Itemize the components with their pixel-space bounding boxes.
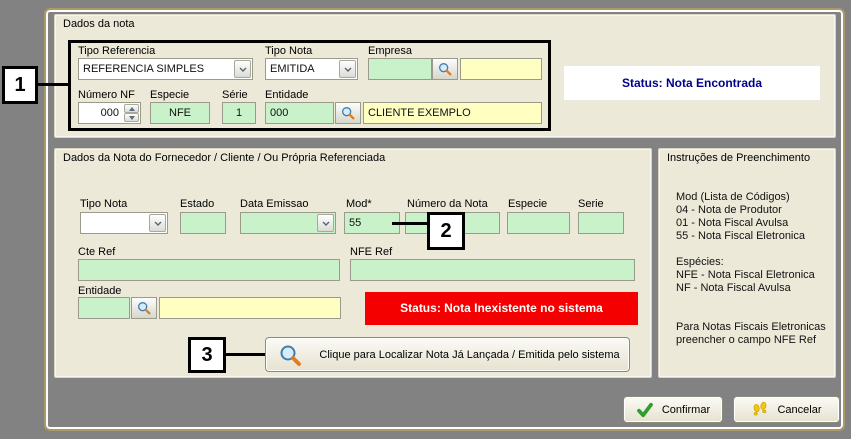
group-dados-da-nota: Dados da nota Tipo Referencia REFERENCIA…: [54, 14, 836, 138]
numero-nf-label: Número NF: [78, 89, 135, 101]
callout-3-box: 3: [188, 337, 226, 373]
instrucoes-line: 01 - Nota Fiscal Avulsa: [676, 217, 831, 230]
ref-serie-input[interactable]: [578, 212, 624, 234]
confirmar-button-label: Confirmar: [662, 404, 710, 416]
ref-especie-label: Especie: [508, 198, 547, 210]
empresa-search-button[interactable]: [432, 58, 458, 80]
ref-entidade-search-button[interactable]: [131, 297, 157, 319]
tipo-nota-label: Tipo Nota: [265, 45, 312, 57]
empresa-name-input[interactable]: [460, 58, 542, 80]
cancelar-button[interactable]: Cancelar: [733, 396, 840, 423]
status-nota-inexistente: Status: Nota Inexistente no sistema: [365, 292, 638, 325]
nfe-ref-input[interactable]: [350, 259, 635, 281]
status-nota-encontrada: Status: Nota Encontrada: [564, 66, 820, 100]
instrucoes-line: 55 - Nota Fiscal Eletronica: [676, 230, 831, 243]
search-icon: [340, 105, 356, 121]
serie-input[interactable]: 1: [222, 102, 256, 124]
instrucoes-line: [676, 308, 831, 321]
confirmar-button[interactable]: Confirmar: [623, 396, 723, 423]
callout-2-line: [392, 222, 427, 225]
search-icon: [278, 343, 302, 367]
instrucoes-line: Para Notas Fiscais Eletronicas: [676, 321, 831, 334]
chevron-down-icon[interactable]: [317, 214, 334, 232]
chevron-down-icon[interactable]: [149, 214, 166, 232]
group-instrucoes-title: Instruções de Preenchimento: [667, 152, 810, 164]
entidade-name-input[interactable]: CLIENTE EXEMPLO: [363, 102, 542, 124]
serie-label: Série: [222, 89, 248, 101]
ref-entidade-label: Entidade: [78, 285, 121, 297]
tipo-nota-select[interactable]: EMITIDA: [265, 58, 358, 80]
group-instrucoes: Instruções de Preenchimento Mod (Lista d…: [658, 148, 836, 378]
instrucoes-line: Espécies:: [676, 256, 831, 269]
ref-data-emissao-select[interactable]: [240, 212, 336, 234]
instrucoes-line: NFE - Nota Fiscal Eletronica: [676, 269, 831, 282]
ref-mod-label: Mod*: [346, 198, 372, 210]
callout-1-box: 1: [2, 66, 38, 104]
instrucoes-line: NF - Nota Fiscal Avulsa: [676, 282, 831, 295]
spin-up-icon[interactable]: [124, 104, 139, 113]
search-icon: [437, 61, 453, 77]
localizar-nota-button-label: Clique para Localizar Nota Já Lançada / …: [310, 349, 629, 361]
search-icon: [136, 300, 152, 316]
ref-entidade-code-input[interactable]: [78, 297, 130, 319]
screen: { "callouts": { "one": "1", "two": "2", …: [0, 0, 851, 439]
ref-tipo-nota-select[interactable]: [80, 212, 168, 234]
spin-down-icon[interactable]: [124, 113, 139, 122]
instrucoes-text: Mod (Lista de Códigos) 04 - Nota de Prod…: [676, 191, 831, 347]
instrucoes-line: [676, 295, 831, 308]
ref-numero-da-nota-label: Número da Nota: [407, 198, 488, 210]
empresa-label: Empresa: [368, 45, 412, 57]
numero-nf-stepper[interactable]: 000: [78, 102, 141, 124]
chevron-down-icon[interactable]: [234, 60, 251, 78]
footprints-icon: [751, 401, 769, 419]
ref-data-emissao-label: Data Emissao: [240, 198, 308, 210]
ref-tipo-nota-label: Tipo Nota: [80, 198, 127, 210]
empresa-code-input[interactable]: [368, 58, 432, 80]
especie-input[interactable]: NFE: [150, 102, 210, 124]
instrucoes-line: 04 - Nota de Produtor: [676, 204, 831, 217]
entidade-label: Entidade: [265, 89, 308, 101]
tipo-referencia-select[interactable]: REFERENCIA SIMPLES: [78, 58, 253, 80]
numero-nf-value: 000: [79, 103, 122, 123]
callout-2-box: 2: [427, 212, 465, 250]
tipo-referencia-value: REFERENCIA SIMPLES: [83, 59, 232, 79]
cancelar-button-label: Cancelar: [777, 404, 821, 416]
ref-estado-label: Estado: [180, 198, 214, 210]
chevron-down-icon[interactable]: [339, 60, 356, 78]
instrucoes-line: [676, 243, 831, 256]
cte-ref-label: Cte Ref: [78, 246, 115, 258]
instrucoes-line: Mod (Lista de Códigos): [676, 191, 831, 204]
group-dados-referenciada: Dados da Nota do Fornecedor / Cliente / …: [54, 148, 652, 378]
cte-ref-input[interactable]: [78, 259, 340, 281]
nfe-ref-label: NFE Ref: [350, 246, 392, 258]
tipo-referencia-label: Tipo Referencia: [78, 45, 155, 57]
ref-serie-label: Serie: [578, 198, 604, 210]
group-dados-referenciada-title: Dados da Nota do Fornecedor / Cliente / …: [63, 152, 385, 164]
tipo-nota-value: EMITIDA: [270, 59, 337, 79]
entidade-search-button[interactable]: [335, 102, 361, 124]
localizar-nota-button[interactable]: Clique para Localizar Nota Já Lançada / …: [265, 337, 630, 372]
especie-label: Especie: [150, 89, 189, 101]
check-icon: [636, 401, 654, 419]
callout-1-line: [38, 83, 71, 86]
ref-estado-input[interactable]: [180, 212, 226, 234]
group-dados-da-nota-title: Dados da nota: [63, 18, 135, 30]
ref-especie-input[interactable]: [507, 212, 570, 234]
instrucoes-line: preencher o campo NFE Ref: [676, 334, 831, 347]
ref-entidade-name-input[interactable]: [159, 297, 341, 319]
dialog-window: Dados da nota Tipo Referencia REFERENCIA…: [44, 8, 845, 431]
entidade-code-input[interactable]: 000: [265, 102, 334, 124]
callout-3-line: [226, 353, 265, 356]
